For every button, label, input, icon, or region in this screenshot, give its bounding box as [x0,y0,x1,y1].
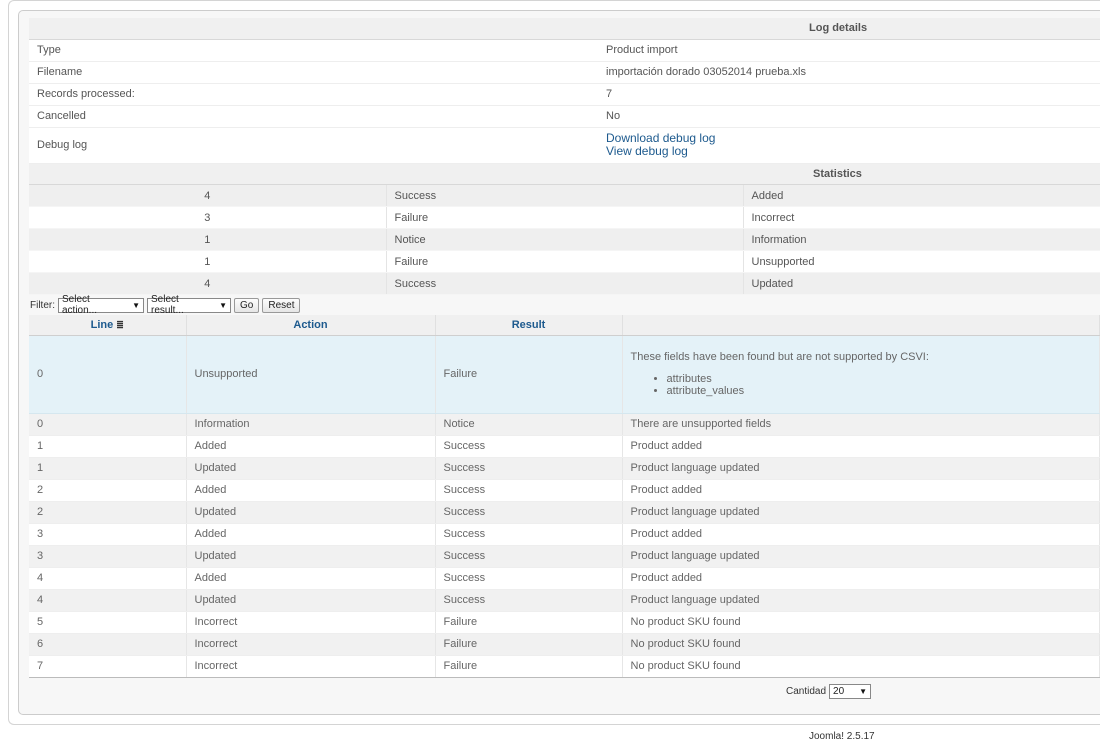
details-row-records: Records processed: 7 [29,83,1100,106]
column-header-message [622,315,1100,336]
table-row: 5 Incorrect Failure No product SKU found [29,611,1100,634]
dropdown-arrow-icon: ▼ [132,300,140,310]
go-button[interactable]: Go [234,297,260,313]
unsupported-fields-message: These fields have been found but are not… [630,351,929,363]
stats-row: 1 Notice Information [29,228,1100,251]
limit-select[interactable]: 20 ▼ [829,684,872,699]
statistics-heading: Statistics [29,163,1100,185]
view-debug-log-link[interactable]: View debug log [606,145,1092,158]
pagination-limit: Cantidad 20 ▼ [786,684,872,699]
details-row-debug: Debug log Download debug log View debug … [29,127,1100,164]
list-item: attributes [667,373,1092,385]
dropdown-arrow-icon: ▼ [219,300,227,310]
list-item: attribute_values [667,385,1092,397]
table-row: 2 Updated Success Product language updated [29,501,1100,524]
table-row: 3 Added Success Product added [29,523,1100,546]
pagination-limit-label: Cantidad [786,686,827,697]
table-row: 1 Added Success Product added [29,435,1100,458]
table-row: 1 Updated Success Product language updated [29,457,1100,480]
version-footer: Joomla! 2.5.17 [809,731,875,742]
details-row-cancelled: Cancelled No [29,105,1100,128]
unsupported-fields-list: attributes attribute_values [631,373,1092,397]
statistics-table: Statistics 4 Success Added 3 Failure Inc… [29,163,1100,295]
log-details-heading: Log details [598,18,1100,40]
filter-label: Filter: [30,299,55,311]
debug-log-label: Debug log [29,127,598,164]
dropdown-arrow-icon: ▼ [859,687,868,696]
table-row: 7 Incorrect Failure No product SKU found [29,655,1100,678]
log-area: Log details Type Product import Filename… [29,18,1100,295]
sort-ascending-icon: ≣ [116,319,124,330]
column-header-action[interactable]: Action [186,315,436,336]
table-row: 0 Information Notice There are unsupported … [29,413,1100,436]
details-row-type: Type Product import [29,39,1100,62]
table-row: 6 Incorrect Failure No product SKU found [29,633,1100,656]
stats-row: 4 Success Added [29,184,1100,207]
stats-row: 3 Failure Incorrect [29,206,1100,229]
table-row: 4 Updated Success Product language updated [29,589,1100,612]
column-header-line[interactable]: Line ≣ [29,315,187,336]
stats-row: 1 Failure Unsupported [29,250,1100,273]
result-select[interactable]: Select result... ▼ [147,294,231,316]
pagination-bar: Cantidad 20 ▼ [29,677,1100,705]
stats-row: 4 Success Updated [29,272,1100,295]
table-row: 0 Unsupported Failure These fields have … [29,335,1100,414]
filter-bar: Filter: Select action... ▼ Select result… [30,294,301,316]
log-details-table: Log details Type Product import Filename… [29,18,1100,164]
log-table: Line ≣ Action Result 0 Unsupported Failur… [29,315,1100,678]
column-header-result[interactable]: Result [435,315,623,336]
table-row: 4 Added Success Product added [29,567,1100,590]
table-row: 3 Updated Success Product language updated [29,545,1100,568]
details-row-filename: Filename importación dorado 03052014 pru… [29,61,1100,84]
action-select[interactable]: Select action... ▼ [58,294,144,316]
reset-button[interactable]: Reset [262,297,301,313]
table-row: 2 Added Success Product added [29,479,1100,502]
